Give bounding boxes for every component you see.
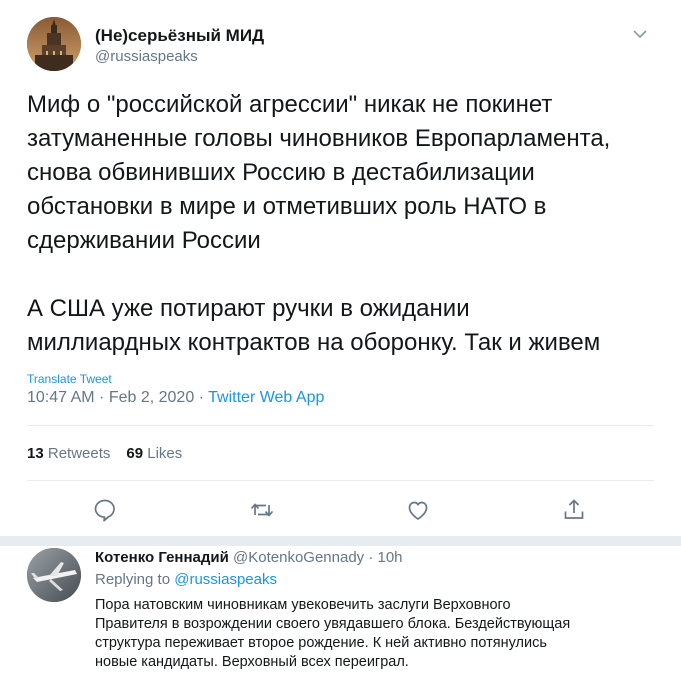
reply-text-line: Пора натовским чиновникам увековечить за…: [95, 597, 511, 613]
reply-button[interactable]: [92, 497, 118, 523]
reply-text-line: Правителя в возрождении своего увядавшег…: [95, 616, 571, 632]
likes-count: 69: [126, 445, 144, 462]
reply-author-name[interactable]: Котенко Геннадий: [95, 549, 229, 566]
reply-author-handle[interactable]: @KotenkoGennady: [233, 549, 364, 566]
replying-to: Replying to @russiaspeaks: [95, 571, 277, 588]
retweet-arrows-icon: [250, 503, 274, 517]
like-button[interactable]: [405, 497, 431, 523]
translate-tweet-link[interactable]: Translate Tweet: [27, 372, 112, 386]
retweets-label: Retweets: [47, 445, 111, 462]
tweet-text-line: сдерживании России: [27, 227, 261, 254]
divider: [27, 425, 654, 426]
tweet-text-line: А США уже потирают ручки в ожидании: [27, 295, 470, 322]
likes-stat[interactable]: 69 Likes: [126, 445, 182, 462]
speech-bubble-icon: [94, 499, 115, 522]
retweets-stat[interactable]: 13 Retweets: [27, 445, 110, 462]
chevron-down-icon[interactable]: [632, 27, 648, 39]
tweet-text-line: Миф о "российской агрессии" никак не пок…: [27, 91, 553, 118]
replying-to-link[interactable]: @russiaspeaks: [174, 571, 277, 588]
tweet-text: Миф о "российской агрессии" никак не пок…: [27, 88, 667, 360]
reply-text: Пора натовским чиновникам увековечить за…: [95, 596, 665, 672]
reply-time[interactable]: · 10h: [364, 549, 402, 566]
tweet-text-line: снова обвинивших Россию в дестабилизации: [27, 159, 535, 186]
share-upload-icon: [564, 499, 584, 519]
tweet-text-line: обстановки в мире и отметивших роль НАТО…: [27, 193, 547, 220]
retweet-button[interactable]: [249, 497, 275, 523]
divider: [27, 480, 654, 481]
reply-header: Котенко Геннадий @KotenkoGennady · 10h: [95, 549, 403, 566]
reply-author-avatar[interactable]: [27, 548, 81, 602]
tweet-text-line: затуманенные головы чиновников Европарла…: [27, 125, 611, 152]
share-button[interactable]: [561, 497, 587, 523]
heart-icon: [408, 501, 428, 520]
reply-text-line: новые кандидаты. Верховный всех переигра…: [95, 654, 409, 670]
tweet-text-line: миллиардных контрактов на оборонку. Так …: [27, 329, 601, 356]
reply-text-line: структура переживает второе рождение. К …: [95, 635, 547, 651]
tweet-meta: 10:47 AM · Feb 2, 2020 · Twitter Web App: [27, 389, 324, 407]
source-app-link[interactable]: Twitter Web App: [208, 389, 324, 406]
tweet-timestamp[interactable]: 10:47 AM · Feb 2, 2020 ·: [27, 389, 208, 406]
tweet-stats: 13 Retweets 69 Likes: [27, 445, 182, 462]
author-name[interactable]: (Не)серьёзный МИД: [95, 26, 264, 46]
author-avatar[interactable]: [27, 17, 81, 71]
thread-separator: [0, 536, 681, 546]
likes-label: Likes: [147, 445, 183, 462]
author-handle[interactable]: @russiaspeaks: [95, 48, 198, 65]
replying-to-prefix: Replying to: [95, 571, 175, 588]
retweets-count: 13: [27, 445, 44, 462]
